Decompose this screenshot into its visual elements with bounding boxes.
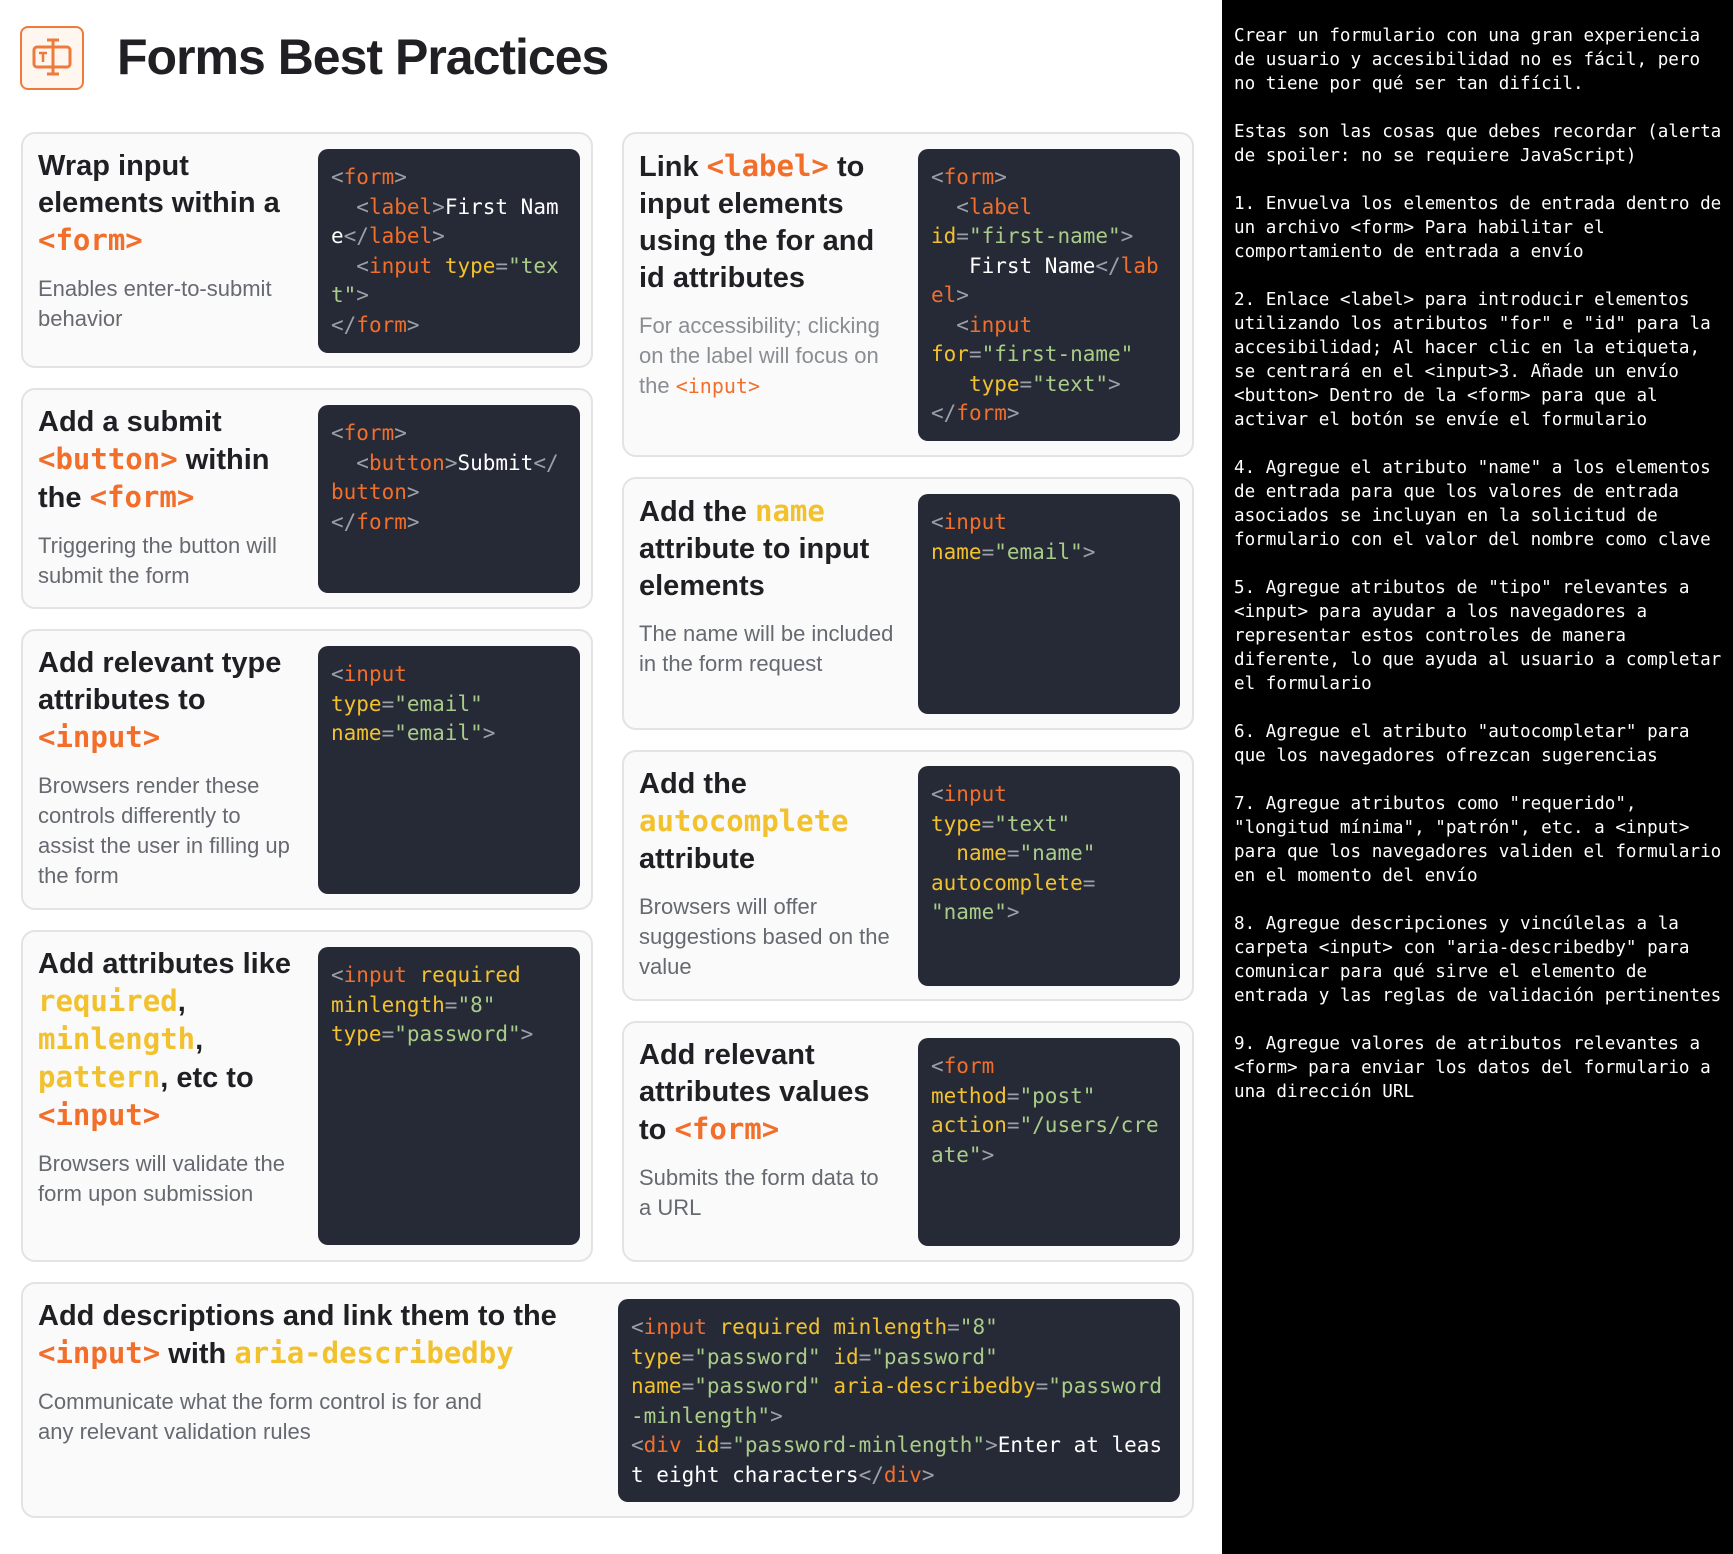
card-description: Submits the form data to a URL	[639, 1165, 879, 1220]
card-heading: Add relevant type attributes to <input>	[38, 647, 282, 754]
translation-sidebar: Crear un formulario con una gran experie…	[1222, 0, 1733, 1554]
card-heading: Add descriptions and link them to the <i…	[38, 1300, 557, 1370]
infographic-panel: Forms Best Practices Wrap input elements…	[0, 0, 1222, 1554]
code-block: <form> <label>First Name</label> <input …	[318, 149, 580, 353]
sidebar-paragraph: 2. Enlace <label> para introducir elemen…	[1234, 290, 1722, 430]
card-heading: Link <label> to input elements using the…	[639, 149, 875, 294]
sidebar-paragraph: 4. Agregue el atributo "name" a los elem…	[1234, 458, 1722, 550]
sidebar-paragraph: 8. Agregue descripciones y vincúlelas a …	[1234, 914, 1722, 1006]
code-block: <input required minlength="8" type="pass…	[618, 1299, 1180, 1502]
card-description: For accessibility; clicking on the label…	[639, 313, 880, 398]
card-description: Communicate what the form control is for…	[38, 1389, 482, 1444]
code-block: <form> <button>Submit</button> </form>	[318, 405, 580, 593]
sidebar-paragraph: 5. Agregue atributos de "tipo" relevante…	[1234, 578, 1732, 694]
sidebar-text: Crear un formulario con una gran experie…	[1234, 24, 1728, 1128]
sidebar-paragraph: Estas son las cosas que debes recordar (…	[1234, 122, 1732, 166]
code-block: <form method="post" action="/users/creat…	[918, 1038, 1180, 1246]
card-description: Enables enter-to-submit behavior	[38, 276, 272, 331]
card-description: Browsers will validate the form upon sub…	[38, 1151, 285, 1206]
card-form-attributes: Add relevant attributes values to <form>…	[622, 1021, 1194, 1262]
card-aria-describedby: Add descriptions and link them to the <i…	[21, 1282, 1194, 1518]
page-title: Forms Best Practices	[117, 29, 609, 85]
card-wrap-inputs: Wrap input elements within a <form> Enab…	[21, 132, 593, 368]
card-heading: Add the autocomplete attribute	[639, 768, 849, 875]
card-heading: Add attributes like required, minlength,…	[38, 948, 291, 1132]
card-link-label: Link <label> to input elements using the…	[622, 132, 1194, 457]
form-input-icon	[32, 38, 72, 76]
card-heading: Add the name attribute to input elements	[639, 494, 870, 602]
card-type-attributes: Add relevant type attributes to <input> …	[21, 629, 593, 910]
logo	[20, 26, 84, 90]
card-submit-button: Add a submit <button> within the <form> …	[21, 388, 593, 609]
code-block: <input type="email" name="email">	[318, 646, 580, 894]
card-description: The name will be included in the form re…	[639, 621, 894, 676]
sidebar-paragraph: Crear un formulario con una gran experie…	[1234, 26, 1711, 94]
sidebar-paragraph: 7. Agregue atributos como "requerido", "…	[1234, 794, 1732, 886]
code-block: <input required minlength="8" type="pass…	[318, 947, 580, 1245]
sidebar-paragraph: 1. Envuelva los elementos de entrada den…	[1234, 194, 1732, 262]
sidebar-paragraph: 9. Agregue valores de atributos relevant…	[1234, 1034, 1722, 1102]
card-heading: Add relevant attributes values to <form>	[639, 1039, 870, 1146]
card-heading: Add a submit <button> within the <form>	[38, 406, 270, 514]
card-description: Browsers render these controls different…	[38, 773, 290, 888]
code-block: <input name="email">	[918, 494, 1180, 714]
card-name-attribute: Add the name attribute to input elements…	[622, 477, 1194, 730]
card-heading: Wrap input elements within a <form>	[38, 150, 280, 257]
card-description: Browsers will offer suggestions based on…	[639, 894, 890, 979]
card-description: Triggering the button will submit the fo…	[38, 533, 277, 588]
code-block: <form> <label id="first-name"> First Nam…	[918, 149, 1180, 441]
card-autocomplete: Add the autocomplete attribute Browsers …	[622, 750, 1194, 1001]
code-block: <input type="text" name="name" autocompl…	[918, 766, 1180, 986]
sidebar-paragraph: 6. Agregue el atributo "autocompletar" p…	[1234, 722, 1701, 766]
card-validation-attributes: Add attributes like required, minlength,…	[21, 930, 593, 1262]
